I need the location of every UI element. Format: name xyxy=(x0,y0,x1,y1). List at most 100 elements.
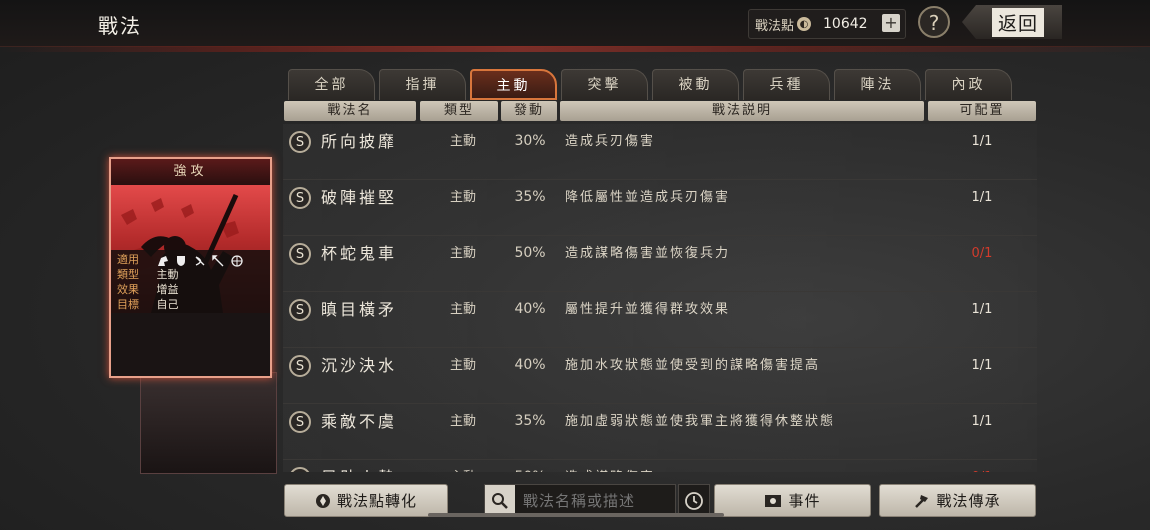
back-label: 返回 xyxy=(991,7,1044,37)
column-header-config[interactable]: 可配置 xyxy=(928,101,1036,121)
card-apply-label: 適用 xyxy=(117,253,139,266)
tactic-type: 主動 xyxy=(449,246,476,261)
tactic-desc: 降低屬性並造成兵刃傷害 xyxy=(565,190,731,205)
tactic-points-value: 10642 xyxy=(823,16,868,32)
tactic-name: 瞋目橫矛 xyxy=(321,300,398,319)
grade-badge: S xyxy=(289,411,311,433)
tactic-type: 主動 xyxy=(449,190,476,205)
column-header-rate[interactable]: 發動 xyxy=(501,101,557,121)
column-header-type[interactable]: 類型 xyxy=(420,101,498,121)
tactic-rate: 40% xyxy=(514,357,546,373)
card-title: 強攻 xyxy=(111,159,270,185)
card-type-label: 類型 xyxy=(117,268,139,281)
tactic-rate: 50% xyxy=(514,245,546,261)
spear-icon xyxy=(212,254,224,266)
tab-all[interactable]: 全部 xyxy=(288,69,375,100)
table-row[interactable]: S 所向披靡 主動 30% 造成兵刃傷害 1/1 xyxy=(283,124,1037,180)
convert-points-button[interactable]: 戰法點轉化 xyxy=(284,484,448,517)
card-artwork: 適用 類型 主動 效果 增益 目標 自己 xyxy=(111,185,270,313)
tactic-name: 破陣摧堅 xyxy=(321,188,398,207)
convert-points-label: 戰法點轉化 xyxy=(336,492,417,510)
table-row[interactable]: S 乘敵不虞 主動 35% 施加虛弱狀態並使我軍主將獲得休整狀態 1/1 xyxy=(283,404,1037,460)
category-tabs: 全部 指揮 主動 突擊 被動 兵種 陣法 內政 xyxy=(288,69,1012,100)
tactic-rate: 35% xyxy=(514,189,546,205)
scrollbar[interactable] xyxy=(428,513,724,517)
grade-badge: S xyxy=(289,467,311,472)
search-input[interactable] xyxy=(515,490,675,511)
grade-badge: S xyxy=(289,131,311,153)
card-effect-value: 增益 xyxy=(156,283,179,296)
cavalry-icon xyxy=(157,255,168,266)
table-row[interactable]: S 風助火勢 主動 50% 造成謀略傷害 0/1 xyxy=(283,460,1037,472)
tactic-name: 沉沙決水 xyxy=(321,356,398,375)
tactic-name: 杯蛇鬼車 xyxy=(321,244,398,263)
tab-assault[interactable]: 突擊 xyxy=(561,69,648,100)
tab-active[interactable]: 主動 xyxy=(470,69,557,100)
add-points-button[interactable]: + xyxy=(882,14,900,32)
tactic-type: 主動 xyxy=(449,302,476,317)
tab-formation[interactable]: 陣法 xyxy=(834,69,921,100)
tactic-config: 1/1 xyxy=(971,134,993,149)
tactic-rate: 35% xyxy=(514,413,546,429)
card-type-value: 主動 xyxy=(156,268,179,281)
tab-internal[interactable]: 內政 xyxy=(925,69,1012,100)
tactic-rate: 40% xyxy=(514,301,546,317)
inherit-tactic-button[interactable]: 戰法傳承 xyxy=(879,484,1036,517)
search-icon[interactable] xyxy=(485,485,515,516)
page-title: 戰法 xyxy=(98,14,142,38)
tactic-config: 1/1 xyxy=(971,190,993,205)
tactic-name: 所向披靡 xyxy=(321,132,398,151)
tactic-name: 風助火勢 xyxy=(321,460,397,472)
tactic-rate: 30% xyxy=(514,133,546,149)
clock-icon xyxy=(685,491,703,510)
tactic-type: 主動 xyxy=(419,460,507,472)
grade-badge: S xyxy=(289,243,311,265)
hammer-icon xyxy=(915,494,929,508)
tactic-points-label: 戰法點 xyxy=(755,18,795,34)
back-button[interactable]: 返回 xyxy=(962,5,1062,39)
events-label: 事件 xyxy=(788,492,821,510)
grade-badge: S xyxy=(289,355,311,377)
table-row[interactable]: S 杯蛇鬼車 主動 50% 造成謀略傷害並恢復兵力 0/1 xyxy=(283,236,1037,292)
grade-badge: S xyxy=(289,187,311,209)
tactic-desc: 施加水攻狀態並使受到的謀略傷害提高 xyxy=(565,358,821,373)
grade-badge: S xyxy=(289,299,311,321)
shield-icon xyxy=(177,255,185,266)
table-row[interactable]: S 瞋目橫矛 主動 40% 屬性提升並獲得群攻效果 1/1 xyxy=(283,292,1037,348)
card-target-label: 目標 xyxy=(117,298,139,311)
card-effect-label: 效果 xyxy=(117,283,139,296)
tactic-rate: 50% xyxy=(501,460,559,472)
tactic-config: 1/1 xyxy=(971,358,993,373)
tactic-points-display: 戰法點 ◐ 10642 + xyxy=(748,9,906,39)
troop-type-icons xyxy=(157,253,246,268)
help-button[interactable]: ? xyxy=(918,6,950,38)
tactic-config: 0/1 xyxy=(927,460,1037,472)
tactic-desc: 施加虛弱狀態並使我軍主將獲得休整狀態 xyxy=(565,414,836,429)
tactic-card[interactable]: 強攻 適用 類型 主動 效果 增益 目標 自己 xyxy=(109,157,272,378)
bow-icon xyxy=(195,255,204,266)
inherit-tactic-label: 戰法傳承 xyxy=(936,492,1001,510)
tactic-config: 1/1 xyxy=(971,302,993,317)
table-row[interactable]: S 破陣摧堅 主動 35% 降低屬性並造成兵刃傷害 1/1 xyxy=(283,180,1037,236)
tactic-config: 0/1 xyxy=(971,246,993,261)
coin-icon: ◐ xyxy=(797,17,812,31)
tactic-config: 1/1 xyxy=(971,414,993,429)
tactic-card-back xyxy=(140,372,277,474)
table-row[interactable]: S 沉沙決水 主動 40% 施加水攻狀態並使受到的謀略傷害提高 1/1 xyxy=(283,348,1037,404)
coin-icon xyxy=(315,493,330,508)
column-header-name[interactable]: 戰法名 xyxy=(284,101,416,121)
tactics-table: S 所向披靡 主動 30% 造成兵刃傷害 1/1 S 破陣摧堅 主動 35% 降… xyxy=(283,124,1037,472)
tactic-type: 主動 xyxy=(449,358,476,373)
tab-command[interactable]: 指揮 xyxy=(379,69,466,100)
card-info-panel: 適用 類型 主動 效果 增益 目標 自己 xyxy=(111,250,270,313)
tab-troop[interactable]: 兵種 xyxy=(743,69,830,100)
tactic-type: 主動 xyxy=(449,414,476,429)
wheel-icon xyxy=(230,254,243,267)
tactic-name: 乘敵不虞 xyxy=(321,412,398,431)
tab-passive[interactable]: 被動 xyxy=(652,69,739,100)
tactic-desc: 屬性提升並獲得群攻效果 xyxy=(565,302,731,317)
tactic-desc: 造成謀略傷害並恢復兵力 xyxy=(565,246,731,261)
tactic-type: 主動 xyxy=(449,134,476,149)
events-button[interactable]: 事件 xyxy=(714,484,871,517)
column-header-desc: 戰法説明 xyxy=(560,101,924,121)
